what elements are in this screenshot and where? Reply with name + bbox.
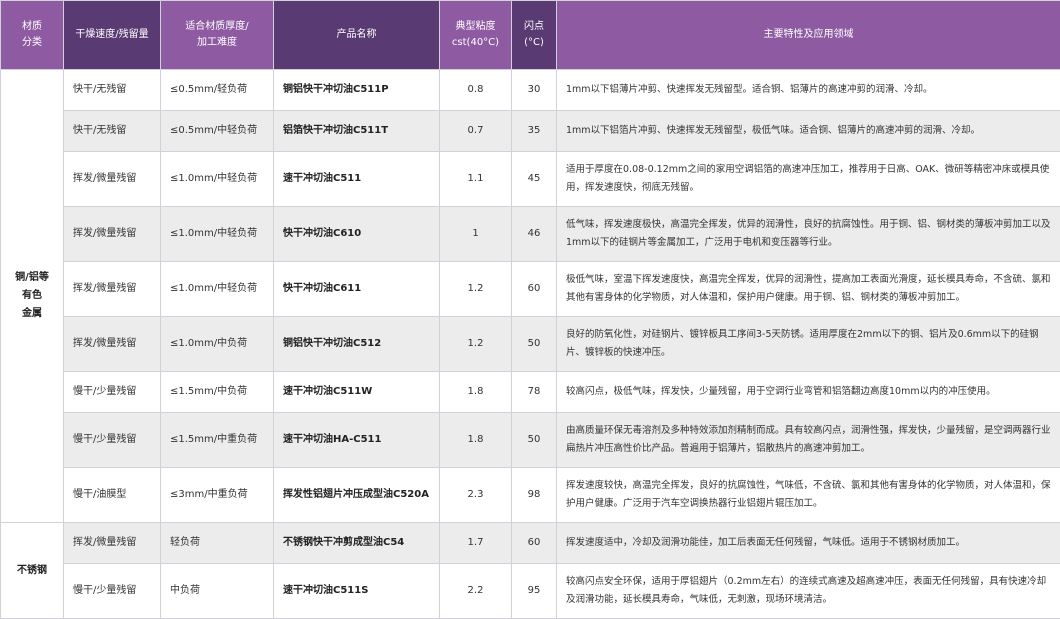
- viscosity-cell: 1.8: [440, 372, 512, 413]
- speed-cell: 挥发/微量残留: [64, 317, 161, 372]
- header-thickness: 适合材质厚度/加工难度: [161, 1, 274, 70]
- table-row: 挥发/微量残留 ≤1.0mm/中负荷 铜铝快干冲切油C512 1.2 50 良好…: [1, 317, 1060, 372]
- flash-cell: 30: [512, 70, 557, 111]
- thickness-cell: ≤1.5mm/中重负荷: [161, 413, 274, 468]
- flash-cell: 60: [512, 523, 557, 564]
- product-name-cell: 速干冲切油C511S: [274, 564, 440, 619]
- header-speed: 干燥速度/残留量: [64, 1, 161, 70]
- product-name-cell: 铜铝快干冲切油C512: [274, 317, 440, 372]
- viscosity-cell: 0.8: [440, 70, 512, 111]
- speed-cell: 慢干/少量残留: [64, 413, 161, 468]
- features-cell: 适用于厚度在0.08-0.12mm之间的家用空调铝箔的高速冲压加工，推荐用于日高…: [557, 152, 1060, 207]
- speed-cell: 挥发/微量残留: [64, 152, 161, 207]
- product-name-cell: 铝箔快干冲切油C511T: [274, 111, 440, 152]
- table-row: 慢干/少量残留 ≤1.5mm/中重负荷 速干冲切油HA-C511 1.8 50 …: [1, 413, 1060, 468]
- speed-cell: 挥发/微量残留: [64, 523, 161, 564]
- product-name-cell: 挥发性铝翅片冲压成型油C520A: [274, 468, 440, 523]
- thickness-cell: ≤1.0mm/中轻负荷: [161, 262, 274, 317]
- thickness-cell: ≤1.0mm/中轻负荷: [161, 152, 274, 207]
- table-row: 挥发/微量残留 ≤1.0mm/中轻负荷 快干冲切油C611 1.2 60 极低气…: [1, 262, 1060, 317]
- thickness-cell: ≤3mm/中重负荷: [161, 468, 274, 523]
- flash-cell: 98: [512, 468, 557, 523]
- speed-cell: 慢干/油膜型: [64, 468, 161, 523]
- viscosity-cell: 2.2: [440, 564, 512, 619]
- header-features: 主要特性及应用领域: [557, 1, 1060, 70]
- viscosity-cell: 1.7: [440, 523, 512, 564]
- product-name-cell: 速干冲切油HA-C511: [274, 413, 440, 468]
- speed-cell: 挥发/微量残留: [64, 262, 161, 317]
- flash-cell: 95: [512, 564, 557, 619]
- table-row: 铜/铝等有色金属 快干/无残留 ≤0.5mm/轻负荷 铜铝快干冲切油C511P …: [1, 70, 1060, 111]
- thickness-cell: ≤0.5mm/轻负荷: [161, 70, 274, 111]
- speed-cell: 快干/无残留: [64, 111, 161, 152]
- table-row: 不锈钢 挥发/微量残留 轻负荷 不锈钢快干冲剪成型油C54 1.7 60 挥发速…: [1, 523, 1060, 564]
- flash-cell: 45: [512, 152, 557, 207]
- viscosity-cell: 1.2: [440, 317, 512, 372]
- table-row: 挥发/微量残留 ≤1.0mm/中轻负荷 快干冲切油C610 1 46 低气味，挥…: [1, 207, 1060, 262]
- header-product: 产品名称: [274, 1, 440, 70]
- speed-cell: 挥发/微量残留: [64, 207, 161, 262]
- flash-cell: 35: [512, 111, 557, 152]
- speed-cell: 慢干/少量残留: [64, 372, 161, 413]
- flash-cell: 50: [512, 317, 557, 372]
- table-row: 快干/无残留 ≤0.5mm/中轻负荷 铝箔快干冲切油C511T 0.7 35 1…: [1, 111, 1060, 152]
- product-name-cell: 快干冲切油C611: [274, 262, 440, 317]
- table-row: 挥发/微量残留 ≤1.0mm/中轻负荷 速干冲切油C511 1.1 45 适用于…: [1, 152, 1060, 207]
- category-cell: 铜/铝等有色金属: [1, 70, 64, 523]
- table-row: 慢干/少量残留 中负荷 速干冲切油C511S 2.2 95 较高闪点安全环保，适…: [1, 564, 1060, 619]
- thickness-cell: ≤1.0mm/中轻负荷: [161, 207, 274, 262]
- product-name-cell: 快干冲切油C610: [274, 207, 440, 262]
- table-row: 慢干/少量残留 ≤1.5mm/中负荷 速干冲切油C511W 1.8 78 较高闪…: [1, 372, 1060, 413]
- flash-cell: 50: [512, 413, 557, 468]
- thickness-cell: 中负荷: [161, 564, 274, 619]
- features-cell: 1mm以下铝箔片冲剪、快速挥发无残留型，极低气味。适合铜、铝薄片的高速冲剪的润滑…: [557, 111, 1060, 152]
- viscosity-cell: 1.2: [440, 262, 512, 317]
- flash-cell: 60: [512, 262, 557, 317]
- features-cell: 较高闪点，极低气味，挥发快，少量残留，用于空调行业弯管和铝箔翻边高度10mm以内…: [557, 372, 1060, 413]
- header-viscosity: 典型粘度cst(40°C): [440, 1, 512, 70]
- features-cell: 挥发速度适中，冷却及润滑功能佳，加工后表面无任何残留，气味低。适用于不锈钢材质加…: [557, 523, 1060, 564]
- category-label: 不锈钢: [7, 562, 57, 580]
- product-name-cell: 不锈钢快干冲剪成型油C54: [274, 523, 440, 564]
- product-name-cell: 速干冲切油C511: [274, 152, 440, 207]
- thickness-cell: 轻负荷: [161, 523, 274, 564]
- product-name-cell: 铜铝快干冲切油C511P: [274, 70, 440, 111]
- product-table: 材质分类 干燥速度/残留量 适合材质厚度/加工难度 产品名称 典型粘度cst(4…: [0, 0, 1060, 619]
- thickness-cell: ≤1.5mm/中负荷: [161, 372, 274, 413]
- table-row: 慢干/油膜型 ≤3mm/中重负荷 挥发性铝翅片冲压成型油C520A 2.3 98…: [1, 468, 1060, 523]
- features-cell: 由高质量环保无毒溶剂及多种特效添加剂精制而成。具有较高闪点，润滑性强，挥发快，少…: [557, 413, 1060, 468]
- features-cell: 低气味，挥发速度极快，高温完全挥发，优异的润滑性，良好的抗腐蚀性。用于铜、铝、钢…: [557, 207, 1060, 262]
- header-row: 材质分类 干燥速度/残留量 适合材质厚度/加工难度 产品名称 典型粘度cst(4…: [1, 1, 1060, 70]
- features-cell: 1mm以下铝薄片冲剪、快速挥发无残留型。适合铜、铝薄片的高速冲剪的润滑、冷却。: [557, 70, 1060, 111]
- speed-cell: 快干/无残留: [64, 70, 161, 111]
- category-cell: 不锈钢: [1, 523, 64, 619]
- thickness-cell: ≤1.0mm/中负荷: [161, 317, 274, 372]
- thickness-cell: ≤0.5mm/中轻负荷: [161, 111, 274, 152]
- features-cell: 极低气味，室温下挥发速度快，高温完全挥发，优异的润滑性，提高加工表面光滑度，延长…: [557, 262, 1060, 317]
- viscosity-cell: 2.3: [440, 468, 512, 523]
- viscosity-cell: 0.7: [440, 111, 512, 152]
- viscosity-cell: 1.1: [440, 152, 512, 207]
- product-name-cell: 速干冲切油C511W: [274, 372, 440, 413]
- speed-cell: 慢干/少量残留: [64, 564, 161, 619]
- header-flash: 闪点(°C): [512, 1, 557, 70]
- features-cell: 良好的防氧化性，对硅钢片、镀锌板具工序间3-5天防锈。适用厚度在2mm以下的铜、…: [557, 317, 1060, 372]
- flash-cell: 78: [512, 372, 557, 413]
- viscosity-cell: 1: [440, 207, 512, 262]
- viscosity-cell: 1.8: [440, 413, 512, 468]
- flash-cell: 46: [512, 207, 557, 262]
- features-cell: 较高闪点安全环保，适用于厚铝翅片（0.2mm左右）的连续式高速及超高速冲压，表面…: [557, 564, 1060, 619]
- header-category: 材质分类: [1, 1, 64, 70]
- category-label: 铜/铝等有色金属: [7, 269, 57, 323]
- features-cell: 挥发速度较快，高温完全挥发，良好的抗腐蚀性，气味低，不含硫、氯和其他有害身体的化…: [557, 468, 1060, 523]
